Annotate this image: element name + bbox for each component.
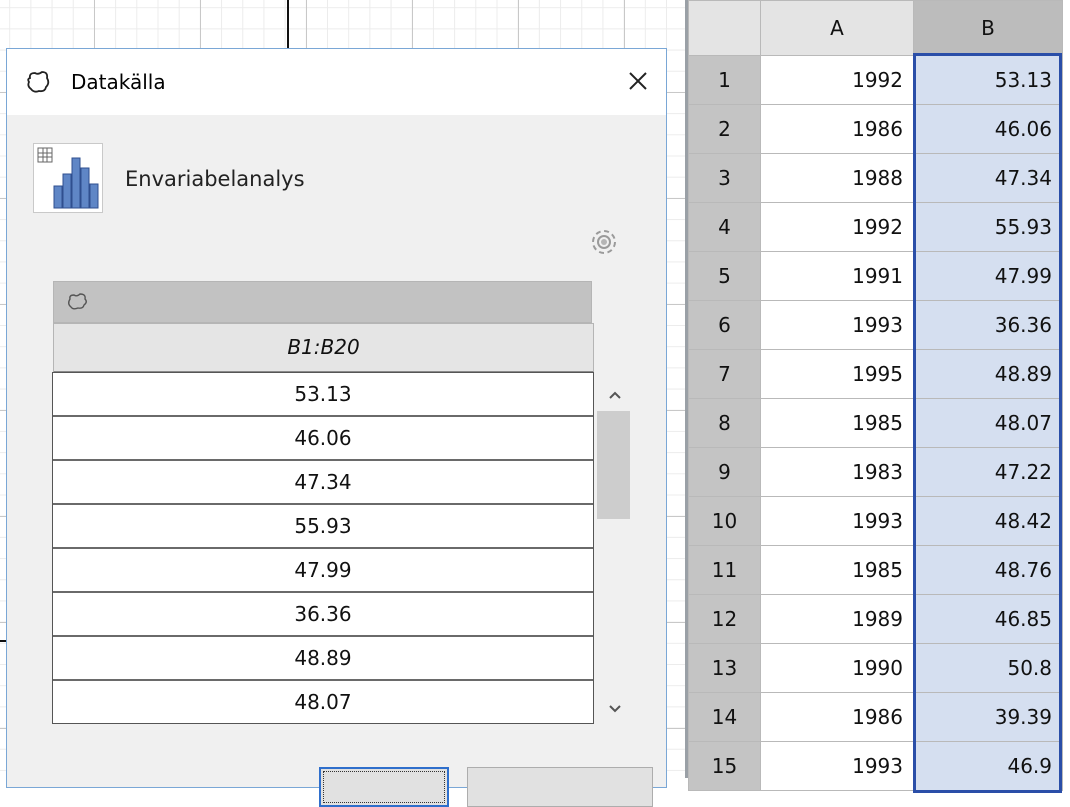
cell-b[interactable]: 47.22 [913, 447, 1063, 497]
cell-a[interactable]: 1991 [760, 251, 914, 301]
row-header[interactable]: 14 [688, 692, 761, 742]
cell-a[interactable]: 1989 [760, 594, 914, 644]
table-row: 4 1992 55.93 [688, 202, 1063, 252]
cell-b[interactable]: 48.07 [913, 398, 1063, 448]
table-row: 3 1988 47.34 [688, 153, 1063, 203]
table-row: 9 1983 47.22 [688, 447, 1063, 497]
cell-a[interactable]: 1992 [760, 202, 914, 252]
data-source-dialog: Datakälla Envariabelanalys B1:B20 53.13 [6, 48, 667, 807]
cell-a[interactable]: 1990 [760, 643, 914, 693]
cell-a[interactable]: 1993 [760, 496, 914, 546]
table-row: 11 1985 48.76 [688, 545, 1063, 595]
table-row: 7 1995 48.89 [688, 349, 1063, 399]
table-row: 12 1989 46.85 [688, 594, 1063, 644]
cell-a[interactable]: 1986 [760, 104, 914, 154]
cell-b[interactable]: 55.93 [913, 202, 1063, 252]
table-row: 1 1992 53.13 [688, 55, 1063, 105]
cell-a[interactable]: 1995 [760, 349, 914, 399]
row-header[interactable]: 4 [688, 202, 761, 252]
list-item[interactable]: 48.07 [53, 681, 593, 725]
table-row: 13 1990 50.8 [688, 643, 1063, 693]
cell-b[interactable]: 50.8 [913, 643, 1063, 693]
cell-b[interactable]: 48.89 [913, 349, 1063, 399]
row-header[interactable]: 3 [688, 153, 761, 203]
row-header[interactable]: 7 [688, 349, 761, 399]
cancel-button[interactable] [467, 767, 653, 807]
table-row: 6 1993 36.36 [688, 300, 1063, 350]
cell-b[interactable]: 48.76 [913, 545, 1063, 595]
cell-a[interactable]: 1988 [760, 153, 914, 203]
table-row: 14 1986 39.39 [688, 692, 1063, 742]
chevron-up-icon[interactable] [605, 385, 625, 405]
cell-a[interactable]: 1983 [760, 447, 914, 497]
row-header[interactable]: 12 [688, 594, 761, 644]
row-header[interactable]: 13 [688, 643, 761, 693]
column-header-b[interactable]: B [913, 0, 1063, 56]
gear-icon[interactable] [587, 225, 621, 259]
row-header[interactable]: 2 [688, 104, 761, 154]
histogram-icon [33, 143, 103, 213]
chevron-down-icon[interactable] [605, 699, 625, 719]
cell-b[interactable]: 46.9 [913, 741, 1063, 791]
row-header[interactable]: 15 [688, 741, 761, 791]
cell-a[interactable]: 1992 [760, 55, 914, 105]
row-header[interactable]: 10 [688, 496, 761, 546]
y-axis [287, 0, 289, 50]
cell-a[interactable]: 1985 [760, 398, 914, 448]
tool-name: Envariabelanalys [125, 167, 305, 191]
row-header[interactable]: 11 [688, 545, 761, 595]
cell-b[interactable]: 39.39 [913, 692, 1063, 742]
cell-b[interactable]: 46.85 [913, 594, 1063, 644]
sheet-corner[interactable] [688, 0, 761, 56]
freehand-shape-icon [27, 71, 50, 93]
source-range-header[interactable]: B1:B20 [53, 323, 594, 373]
cell-b[interactable]: 36.36 [913, 300, 1063, 350]
cell-b[interactable]: 47.99 [913, 251, 1063, 301]
list-item[interactable]: 46.06 [53, 417, 593, 461]
list-item[interactable]: 47.34 [53, 461, 593, 505]
row-header[interactable]: 6 [688, 300, 761, 350]
list-item[interactable]: 36.36 [53, 593, 593, 637]
freehand-shape-icon [68, 293, 87, 310]
spreadsheet-table: A B 1 1992 53.13 2 1986 46.06 3 1988 47.… [688, 0, 1063, 791]
source-values-list: 53.13 46.06 47.34 55.93 47.99 36.36 48.8… [52, 372, 594, 724]
close-icon[interactable] [622, 65, 654, 97]
cell-b[interactable]: 53.13 [913, 55, 1063, 105]
table-row: 2 1986 46.06 [688, 104, 1063, 154]
list-item[interactable]: 48.89 [53, 637, 593, 681]
table-row: 8 1985 48.07 [688, 398, 1063, 448]
column-header-row: A B [688, 0, 1063, 56]
ok-button[interactable] [319, 767, 449, 807]
dialog-title: Datakälla [71, 70, 166, 94]
source-type-header[interactable] [53, 281, 592, 323]
cell-a[interactable]: 1985 [760, 545, 914, 595]
table-row: 10 1993 48.42 [688, 496, 1063, 546]
dialog-titlebar[interactable]: Datakälla [7, 49, 666, 115]
scrollbar-thumb[interactable] [597, 411, 630, 519]
row-header[interactable]: 9 [688, 447, 761, 497]
list-item[interactable]: 53.13 [53, 373, 593, 417]
cell-a[interactable]: 1993 [760, 741, 914, 791]
cell-b[interactable]: 48.42 [913, 496, 1063, 546]
cell-a[interactable]: 1993 [760, 300, 914, 350]
cell-b[interactable]: 47.34 [913, 153, 1063, 203]
cell-b[interactable]: 46.06 [913, 104, 1063, 154]
table-row: 5 1991 47.99 [688, 251, 1063, 301]
spreadsheet-view: A B 1 1992 53.13 2 1986 46.06 3 1988 47.… [688, 0, 1070, 793]
list-item[interactable]: 47.99 [53, 549, 593, 593]
list-item[interactable]: 55.93 [53, 505, 593, 549]
row-header[interactable]: 8 [688, 398, 761, 448]
table-row: 15 1993 46.9 [688, 741, 1063, 791]
cell-a[interactable]: 1986 [760, 692, 914, 742]
column-header-a[interactable]: A [760, 0, 914, 56]
row-header[interactable]: 1 [688, 55, 761, 105]
row-header[interactable]: 5 [688, 251, 761, 301]
